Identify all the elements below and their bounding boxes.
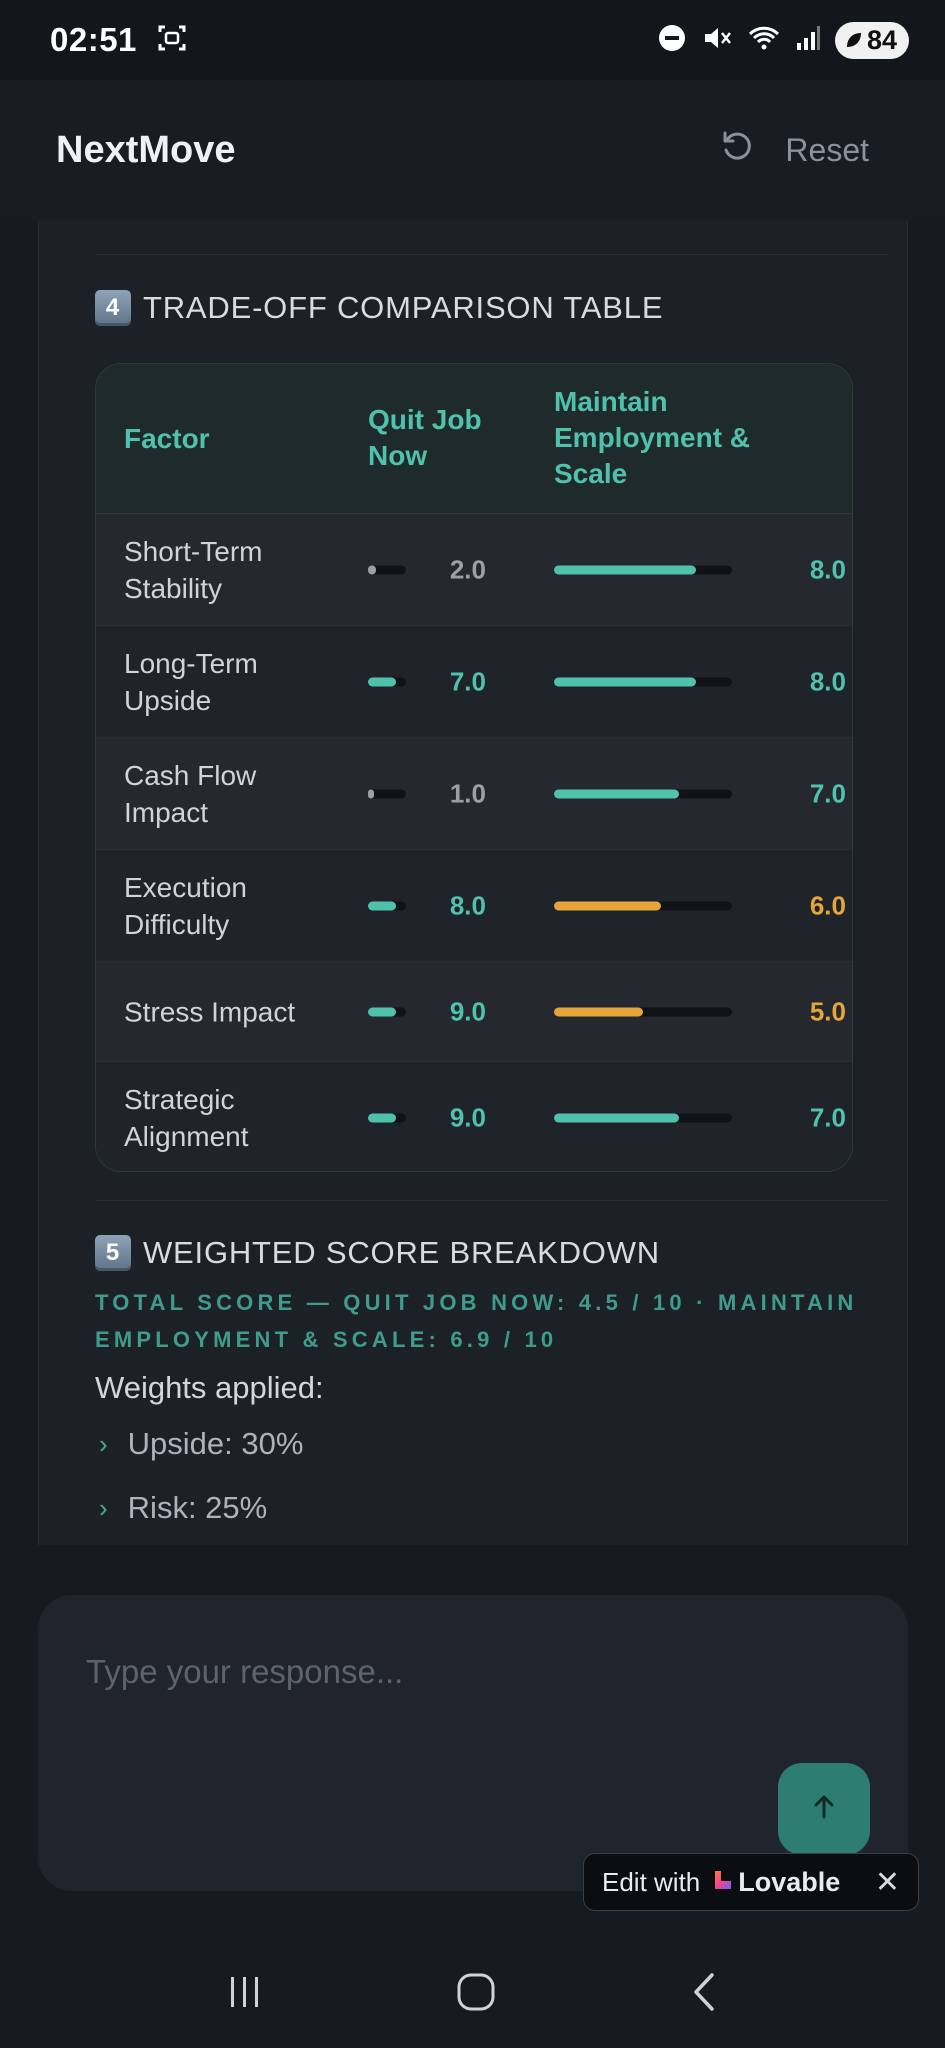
section-4-title: TRADE-OFF COMPARISON TABLE: [143, 290, 664, 325]
table-row: Execution Difficulty 8.0 6.0: [96, 850, 852, 962]
recent-apps-icon[interactable]: [225, 1974, 265, 2015]
quit-score-value: 9.0: [449, 1102, 486, 1133]
maintain-score-fill: [554, 1113, 679, 1123]
quit-score-value: 2.0: [449, 554, 486, 584]
keycap-4-icon: 4: [95, 290, 131, 326]
screenshot-icon: [157, 23, 187, 58]
quit-score-bar: [368, 789, 406, 798]
reset-button[interactable]: Reset: [719, 128, 869, 172]
maintain-score-fill: [554, 901, 661, 910]
quit-score-fill: [368, 789, 374, 798]
maintain-score-fill: [554, 1007, 643, 1016]
home-icon[interactable]: [455, 1971, 497, 2018]
quit-score-value: 9.0: [449, 996, 486, 1026]
weight-text: Risk: 25%: [127, 1490, 268, 1525]
factor-label: Short-Term Stability: [124, 535, 263, 604]
keycap-5-icon: 5: [95, 1235, 131, 1271]
maintain-score-value: 7.0: [809, 1102, 846, 1133]
maintain-score-fill: [554, 677, 696, 686]
arrow-up-icon: [809, 1792, 839, 1827]
factor-label: Cash Flow Impact: [124, 759, 257, 828]
factor-label: Long-Term Upside: [124, 647, 258, 716]
table-body: Short-Term Stability 2.0 8.0 Long-Term Upsi…: [96, 514, 852, 1171]
status-time: 02:51: [50, 21, 137, 58]
maintain-score-fill: [554, 565, 696, 574]
chat-content[interactable]: 4 TRADE-OFF COMPARISON TABLE Factor Quit…: [38, 220, 908, 1545]
quit-score-fill: [368, 1113, 396, 1123]
close-icon[interactable]: ✕: [875, 1865, 900, 1900]
table-row: Long-Term Upside 7.0 8.0: [96, 626, 852, 738]
weight-item: › Risk: 25%: [99, 1490, 267, 1526]
maintain-score-value: 6.0: [809, 890, 846, 920]
dnd-icon: [657, 23, 687, 58]
table-header: Factor Quit Job Now Maintain Employment …: [96, 364, 852, 514]
maintain-score-value: 8.0: [809, 554, 846, 584]
quit-score-value: 7.0: [449, 666, 486, 696]
app-title: NextMove: [56, 128, 236, 171]
column-header-maintain: Maintain Employment & Scale: [554, 386, 751, 489]
table-row: Strategic Alignment 9.0 7.0: [96, 1062, 852, 1171]
quit-score-fill: [368, 1007, 396, 1016]
divider: [95, 254, 889, 255]
status-bar: 02:51 84: [0, 0, 945, 80]
reset-label: Reset: [785, 131, 869, 168]
back-icon[interactable]: [688, 1971, 720, 2018]
section-5-heading: 5 WEIGHTED SCORE BREAKDOWN: [95, 1235, 660, 1271]
mute-icon: [701, 23, 733, 58]
quit-score-bar: [368, 677, 406, 686]
battery-indicator: 84: [834, 21, 909, 59]
quit-score-fill: [368, 901, 396, 910]
maintain-score-value: 7.0: [809, 778, 846, 808]
quit-score-bar: [368, 1007, 406, 1016]
app-header: NextMove Reset: [0, 80, 945, 220]
maintain-score-fill: [554, 789, 679, 798]
column-header-quit: Quit Job Now: [368, 404, 482, 471]
quit-score-value: 8.0: [449, 890, 486, 920]
maintain-score-bar: [554, 677, 732, 686]
chevron-right-icon: ›: [99, 1492, 108, 1523]
edit-with-lovable-badge[interactable]: Edit with Lovable ✕: [583, 1853, 919, 1911]
quit-score-bar: [368, 901, 406, 910]
quit-score-fill: [368, 677, 396, 686]
section-5-title: WEIGHTED SCORE BREAKDOWN: [143, 1235, 660, 1270]
reset-icon: [719, 128, 755, 172]
quit-score-value: 1.0: [449, 778, 486, 808]
comparison-table: Factor Quit Job Now Maintain Employment …: [95, 363, 853, 1172]
input-placeholder: Type your response...: [86, 1653, 404, 1690]
total-score-line: TOTAL SCORE — QUIT JOB NOW: 4.5 / 10 · M…: [95, 1290, 858, 1352]
table-row: Stress Impact 9.0 5.0: [96, 962, 852, 1062]
wifi-icon: [747, 23, 781, 58]
weight-item: › Upside: 30%: [99, 1426, 303, 1462]
maintain-score-value: 8.0: [809, 666, 846, 696]
badge-brand: Lovable: [738, 1866, 841, 1897]
maintain-score-bar: [554, 565, 732, 574]
divider: [95, 1200, 889, 1201]
lovable-logo-icon: [712, 1867, 734, 1898]
factor-label: Stress Impact: [124, 996, 296, 1027]
weights-label: Weights applied:: [95, 1370, 324, 1405]
table-row: Short-Term Stability 2.0 8.0: [96, 514, 852, 626]
quit-score-fill: [368, 565, 376, 574]
maintain-score-bar: [554, 1113, 732, 1123]
badge-prefix: Edit with: [602, 1866, 701, 1897]
column-header-factor: Factor: [124, 423, 210, 454]
quit-score-bar: [368, 565, 406, 574]
section-4-heading: 4 TRADE-OFF COMPARISON TABLE: [95, 290, 663, 326]
maintain-score-bar: [554, 789, 732, 798]
maintain-score-bar: [554, 901, 732, 910]
battery-level: 84: [866, 24, 897, 55]
factor-label: Execution Difficulty: [124, 871, 247, 940]
maintain-score-bar: [554, 1007, 732, 1016]
maintain-score-value: 5.0: [809, 996, 846, 1026]
table-row: Cash Flow Impact 1.0 7.0: [96, 738, 852, 850]
response-input[interactable]: Type your response...: [38, 1595, 908, 1891]
send-button[interactable]: [778, 1763, 870, 1855]
quit-score-bar: [368, 1113, 406, 1123]
chevron-right-icon: ›: [99, 1428, 108, 1459]
factor-label: Strategic Alignment: [124, 1084, 249, 1152]
signal-icon: [795, 24, 821, 57]
weight-text: Upside: 30%: [127, 1426, 304, 1461]
leaf-icon: [845, 25, 863, 56]
system-nav-bar: [0, 1940, 945, 2048]
